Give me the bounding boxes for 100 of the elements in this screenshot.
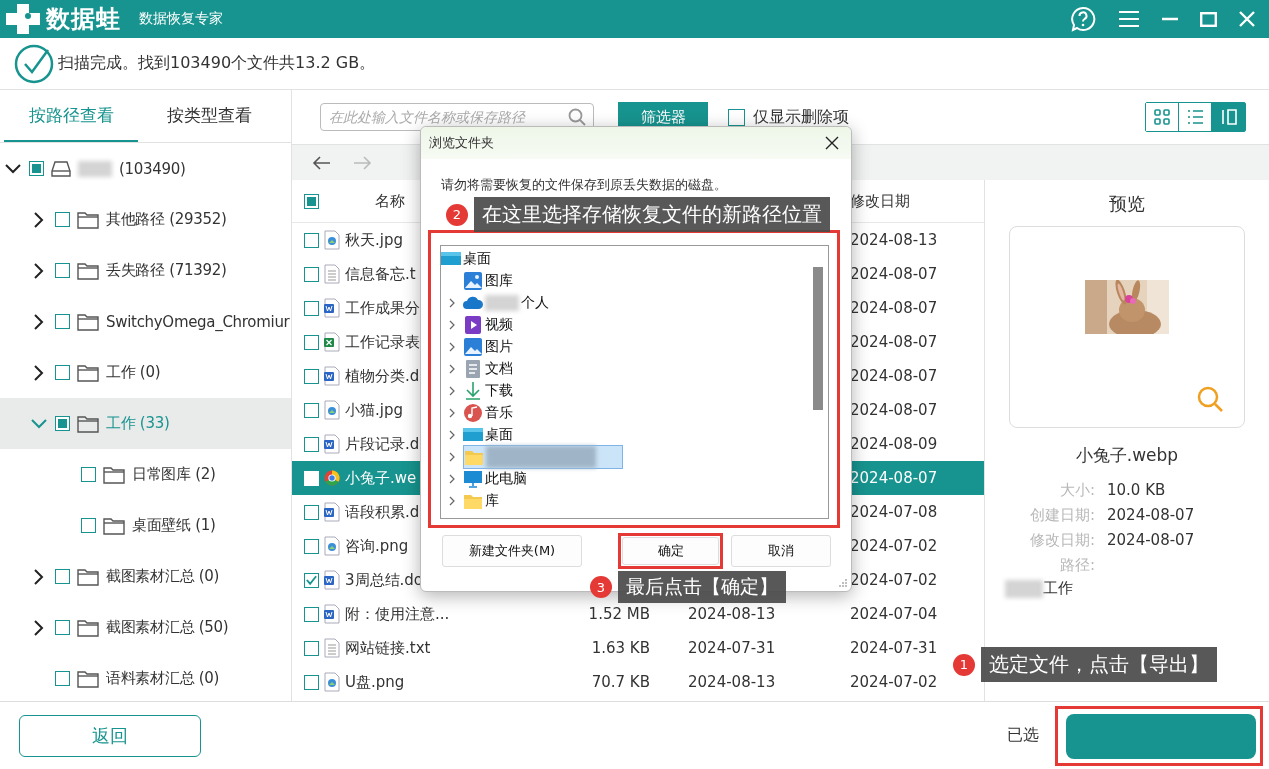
export-button[interactable] xyxy=(1066,713,1256,759)
folder-icon xyxy=(77,363,99,382)
folder-label[interactable]: 视频 xyxy=(485,316,513,334)
folder-icon xyxy=(77,210,99,229)
selection-summary: 已选 xyxy=(1007,725,1039,746)
file-name: 秋天.jpg xyxy=(345,230,403,249)
scan-status-text: 扫描完成。找到103490个文件共13.2 GB。 xyxy=(58,53,376,74)
modified-date: 2024-08-13 xyxy=(850,231,938,249)
view-mode-button[interactable] xyxy=(1212,103,1245,131)
dialog-button[interactable]: 取消 xyxy=(731,535,831,567)
folder-label: 桌面壁纸 (1) xyxy=(132,516,216,535)
file-name: 植物分类.d xyxy=(345,366,420,385)
checkbox[interactable] xyxy=(728,108,745,126)
menu-icon[interactable] xyxy=(1118,10,1140,28)
dialog-message: 请勿将需要恢复的文件保存到原丢失数据的磁盘。 xyxy=(441,176,727,194)
checkbox[interactable] xyxy=(304,300,319,316)
created-date: 2024-08-13 xyxy=(688,673,776,691)
modified-date: 2024-08-07 xyxy=(850,265,938,283)
detail-label: 修改日期: xyxy=(1028,531,1095,550)
checkbox[interactable] xyxy=(304,436,319,452)
checkbox[interactable] xyxy=(81,518,96,533)
folder-label[interactable]: 音乐 xyxy=(485,404,513,422)
forward-arrow-icon xyxy=(354,154,372,171)
checkbox[interactable] xyxy=(304,232,319,248)
folder-label[interactable]: 下载 xyxy=(485,382,513,400)
check-icon xyxy=(305,573,318,587)
folder-icon xyxy=(77,669,99,688)
file-name: 小兔子.webp xyxy=(1075,444,1179,467)
folder-label[interactable]: 桌面 xyxy=(485,426,513,444)
path-text: 工作 xyxy=(1043,579,1073,598)
help-icon[interactable] xyxy=(1070,6,1096,32)
checkbox[interactable] xyxy=(81,467,96,482)
scrollbar-thumb[interactable] xyxy=(813,267,823,410)
search-field[interactable]: 在此处输入文件名称或保存路径 xyxy=(320,103,594,131)
file-name: 工作成果分 xyxy=(345,298,420,317)
back-button[interactable] xyxy=(312,154,330,171)
folder-label[interactable]: 个人 xyxy=(521,294,549,312)
dialog-title: 浏览文件夹 xyxy=(429,134,494,152)
modified-date: 2024-07-08 xyxy=(850,503,938,521)
checkbox[interactable] xyxy=(29,161,44,176)
checkbox[interactable] xyxy=(304,334,319,350)
view-tab[interactable]: 按类型查看 xyxy=(142,90,276,142)
folder-label[interactable]: 图库 xyxy=(485,272,513,290)
view-mode-button[interactable] xyxy=(1146,103,1179,131)
checkbox[interactable] xyxy=(304,193,319,209)
app-subtitle: 数据恢复专家 xyxy=(139,10,223,28)
folder-icon xyxy=(77,567,99,586)
checkbox[interactable] xyxy=(55,416,70,431)
modified-date: 2024-08-07 xyxy=(850,299,938,317)
folder-label[interactable]: 图片 xyxy=(485,338,513,356)
check-circle-icon xyxy=(14,43,54,84)
folder-label[interactable]: 文档 xyxy=(485,360,513,378)
folder-icon xyxy=(77,414,99,433)
folder-label[interactable]: 桌面 xyxy=(463,250,491,268)
back-arrow-icon xyxy=(312,154,330,171)
checkbox[interactable] xyxy=(304,504,319,520)
list-view-icon xyxy=(1186,108,1204,126)
file-name: 附：使用注意... xyxy=(345,604,450,623)
search-icon[interactable] xyxy=(568,108,586,126)
modified-date: 2024-08-07 xyxy=(850,367,938,385)
folder-label: 日常图库 (2) xyxy=(132,465,216,484)
logo-text: 数据蛙 xyxy=(46,4,121,35)
checkbox[interactable] xyxy=(55,671,70,686)
dialog-button[interactable]: 新建文件夹(M) xyxy=(442,535,582,567)
back-button[interactable]: 返回 xyxy=(19,714,201,757)
checkbox[interactable] xyxy=(55,569,70,584)
checkbox[interactable] xyxy=(304,606,319,622)
folder-label: 工作 (33) xyxy=(106,414,170,433)
resize-grip-icon xyxy=(839,579,847,587)
checkbox[interactable] xyxy=(55,263,70,278)
step-badge: 1 xyxy=(953,653,975,676)
checkbox[interactable] xyxy=(55,365,70,380)
file-name: 工作记录表 xyxy=(345,332,420,351)
modified-date: 2024-07-02 xyxy=(850,537,938,555)
checkbox[interactable] xyxy=(55,212,70,227)
checkbox[interactable] xyxy=(304,674,319,690)
dialog-button[interactable]: 确定 xyxy=(622,537,719,565)
checkbox[interactable] xyxy=(304,538,319,554)
detail-label: 大小: xyxy=(1058,481,1095,500)
checkbox[interactable] xyxy=(304,368,319,384)
checkbox[interactable] xyxy=(304,402,319,418)
callout-text: 选定文件，点击【导出】 xyxy=(981,647,1217,682)
view-tab[interactable]: 按路径查看 xyxy=(4,90,138,142)
detail-label: 路径: xyxy=(1058,556,1095,575)
checkbox[interactable] xyxy=(304,572,319,588)
created-date: 2024-07-31 xyxy=(688,639,776,657)
modified-date: 2024-08-07 xyxy=(850,401,938,419)
checkbox[interactable] xyxy=(304,640,319,656)
checkbox[interactable] xyxy=(55,314,70,329)
folder-label: SwitchyOmega_Chromiur xyxy=(106,312,290,331)
checkbox[interactable] xyxy=(55,620,70,635)
minimize-icon[interactable] xyxy=(1162,17,1178,21)
folder-label[interactable]: 此电脑 xyxy=(485,470,527,488)
maximize-icon[interactable] xyxy=(1200,11,1217,27)
zoom-icon[interactable] xyxy=(1196,385,1224,413)
checkbox[interactable] xyxy=(304,266,319,282)
folder-label[interactable]: 库 xyxy=(485,492,499,510)
folder-icon xyxy=(77,312,99,331)
close-icon[interactable] xyxy=(825,136,839,150)
folder-label: 语料素材汇总 (0) xyxy=(106,669,220,688)
